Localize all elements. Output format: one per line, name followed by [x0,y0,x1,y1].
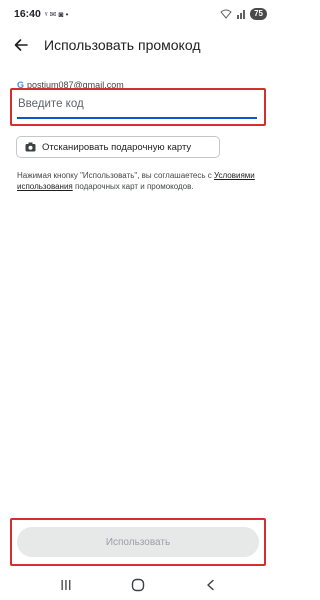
recents-icon [61,580,71,590]
use-button[interactable]: Использовать [17,527,259,557]
terms-suffix: подарочных карт и промокодов. [72,182,194,191]
nav-home-button[interactable] [123,573,153,597]
notification-icons: ᵞ ✉ ◙ • [44,9,69,19]
app-bar: Использовать промокод [0,28,277,62]
nav-back-button[interactable] [196,573,226,597]
scan-gift-card-button[interactable]: Отсканировать подарочную карту [16,136,220,158]
wifi-icon [220,9,232,19]
terms-text: Нажимая кнопку "Использовать", вы соглаш… [17,170,257,192]
arrow-left-icon [14,39,28,51]
page-title: Использовать промокод [44,37,201,53]
signal-icon [236,9,246,19]
nav-recents-button[interactable] [51,573,81,597]
code-input[interactable] [17,93,257,119]
battery-badge: 75 [250,8,267,20]
nav-bar [0,570,277,600]
status-right: 75 [220,8,267,20]
status-left: 16:40 ᵞ ✉ ◙ • [14,8,68,20]
status-time: 16:40 [14,8,41,20]
terms-prefix: Нажимая кнопку "Использовать", вы соглаш… [17,171,214,180]
back-button[interactable] [6,30,36,60]
status-bar: 16:40 ᵞ ✉ ◙ • 75 [0,0,277,28]
camera-icon [25,142,36,152]
chevron-left-icon [207,579,214,591]
home-icon [132,578,145,592]
scan-button-label: Отсканировать подарочную карту [42,141,192,153]
